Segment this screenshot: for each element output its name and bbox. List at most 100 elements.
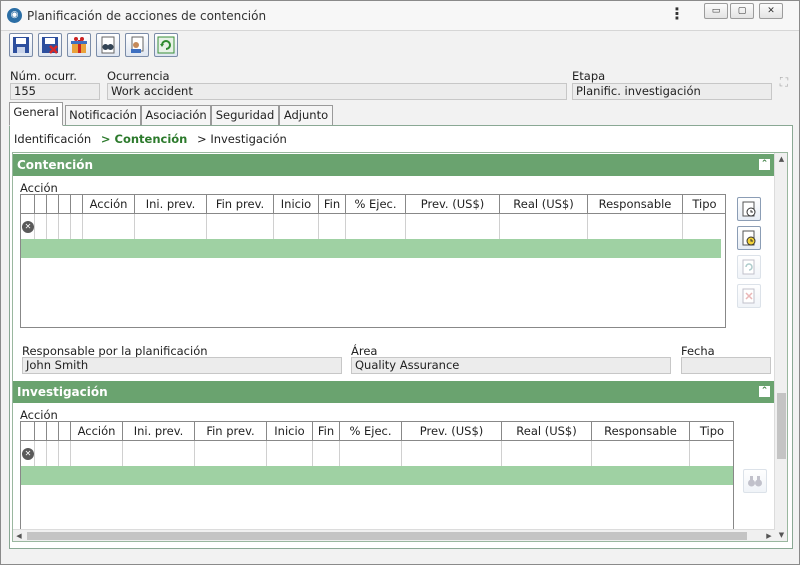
step-identificacion[interactable]: Identificación (14, 132, 91, 146)
grid-col-blank (21, 422, 35, 441)
grid-col-fin-prev[interactable]: Fin prev. (195, 422, 267, 441)
grid-col-inicio[interactable]: Inicio (274, 195, 319, 214)
stage-search-icon[interactable]: ⛶ (776, 74, 792, 90)
app-window: ◉ Planificación de acciones de contenció… (0, 0, 800, 565)
binoculars-doc-icon (101, 36, 115, 54)
grid-col-tipo[interactable]: Tipo (683, 195, 725, 214)
table-row-selected[interactable] (21, 466, 733, 485)
save-close-icon (42, 37, 58, 54)
edit-action-button[interactable] (737, 226, 761, 250)
gift-icon (71, 37, 87, 53)
responsible-label: Responsable por la planificación (22, 344, 208, 358)
grid-col-prev-usd[interactable]: Prev. (US$) (406, 195, 500, 214)
occurrence-label: Ocurrencia (107, 69, 170, 83)
more-options-icon[interactable]: ⋮ (669, 5, 685, 25)
user-doc-icon (131, 36, 144, 53)
investigation-section-title: Investigación (17, 385, 108, 399)
row-delete-icon[interactable]: ✕ (22, 448, 34, 460)
tab-notificacion[interactable]: Notificación (65, 105, 141, 126)
vertical-scroll-thumb[interactable] (777, 393, 786, 459)
responsible-field: John Smith (22, 357, 342, 374)
add-task-icon (742, 201, 756, 217)
grid-col-real-usd[interactable]: Real (US$) (500, 195, 588, 214)
table-row-selected[interactable] (21, 239, 721, 258)
horizontal-scrollbar[interactable]: ◀ ▶ (13, 529, 775, 541)
scroll-down-icon[interactable]: ▼ (775, 529, 787, 541)
grid-col-ini-prev[interactable]: Ini. prev. (123, 422, 195, 441)
containment-section-header: Contención ⌃ (13, 154, 775, 176)
scroll-left-icon[interactable]: ◀ (13, 530, 25, 541)
save-icon (13, 37, 29, 53)
investigation-section-header: Investigación ⌃ (13, 381, 775, 403)
refresh-action-button[interactable] (737, 255, 761, 279)
refresh-button[interactable] (154, 33, 178, 57)
grid-col-ejec[interactable]: % Ejec. (340, 422, 402, 441)
grid-col-responsable[interactable]: Responsable (592, 422, 690, 441)
grid-col-tipo[interactable]: Tipo (690, 422, 733, 441)
containment-action-label: Acción (20, 181, 58, 195)
grid-col-accion[interactable]: Acción (83, 195, 135, 214)
occurrence-number-label: Núm. ocurr. (10, 69, 77, 83)
gift-button[interactable] (67, 33, 91, 57)
save-and-close-button[interactable] (38, 33, 62, 57)
horizontal-scroll-thumb[interactable] (27, 532, 747, 540)
containment-section-title: Contención (17, 158, 94, 172)
refresh-task-icon (742, 259, 755, 275)
sections-scroll-area: Contención ⌃ Acción Acción Ini. prev. Fi… (12, 152, 788, 542)
vertical-scrollbar[interactable]: ▲ ▼ (774, 153, 787, 541)
tab-seguridad[interactable]: Seguridad (211, 105, 279, 126)
investigation-actions-grid: Acción Ini. prev. Fin prev. Inicio Fin %… (20, 421, 734, 541)
grid-col-responsable[interactable]: Responsable (588, 195, 683, 214)
grid-col-blank (47, 195, 59, 214)
delete-action-button[interactable] (737, 284, 761, 308)
grid-col-blank (35, 422, 47, 441)
grid-col-blank (47, 422, 59, 441)
close-button[interactable]: ✕ (759, 3, 783, 19)
containment-collapse-icon[interactable]: ⌃ (758, 158, 771, 171)
grid-col-real-usd[interactable]: Real (US$) (502, 422, 592, 441)
tab-asociacion[interactable]: Asociación (141, 105, 211, 126)
tab-adjunto[interactable]: Adjunto (279, 105, 333, 126)
occurrence-field: Work accident (107, 83, 567, 100)
row-delete-icon[interactable]: ✕ (22, 221, 34, 233)
app-logo-icon: ◉ (7, 8, 22, 23)
grid-col-ejec[interactable]: % Ejec. (346, 195, 406, 214)
stage-label: Etapa (572, 69, 606, 83)
title-bar: ◉ Planificación de acciones de contenció… (1, 1, 799, 31)
scroll-up-icon[interactable]: ▲ (775, 153, 787, 165)
area-field: Quality Assurance (351, 357, 671, 374)
tab-general[interactable]: General (9, 102, 63, 126)
grid-col-prev-usd[interactable]: Prev. (US$) (402, 422, 502, 441)
save-button[interactable] (9, 33, 33, 57)
step-investigacion[interactable]: > Investigación (197, 132, 287, 146)
investigation-action-label: Acción (20, 408, 58, 422)
grid-col-ini-prev[interactable]: Ini. prev. (135, 195, 207, 214)
grid-col-fin[interactable]: Fin (319, 195, 346, 214)
delete-task-icon (742, 288, 755, 304)
general-tab-panel: Identificación > Contención > Investigac… (9, 125, 793, 549)
step-contencion[interactable]: > Contención (101, 132, 188, 146)
grid-col-inicio[interactable]: Inicio (267, 422, 313, 441)
date-field (681, 357, 771, 374)
investigation-collapse-icon[interactable]: ⌃ (758, 385, 771, 398)
add-action-button[interactable] (737, 197, 761, 221)
grid-col-fin-prev[interactable]: Fin prev. (207, 195, 274, 214)
minimize-button[interactable]: ▭ (704, 3, 728, 19)
occurrence-number-field: 155 (10, 83, 100, 100)
grid-col-blank (59, 195, 71, 214)
grid-col-blank (35, 195, 47, 214)
binoculars-icon (748, 476, 762, 487)
maximize-button[interactable]: ▢ (730, 3, 754, 19)
investigation-search-button[interactable] (743, 469, 767, 493)
edit-task-icon (742, 230, 756, 246)
stage-field: Planific. investigación (572, 83, 772, 100)
grid-col-accion[interactable]: Acción (71, 422, 123, 441)
area-label: Área (351, 344, 378, 358)
date-label: Fecha (681, 344, 715, 358)
grid-col-blank (21, 195, 35, 214)
grid-col-fin[interactable]: Fin (313, 422, 340, 441)
search-document-button[interactable] (96, 33, 120, 57)
user-document-button[interactable] (125, 33, 149, 57)
containment-actions-grid: Acción Ini. prev. Fin prev. Inicio Fin %… (20, 194, 726, 328)
scroll-right-icon[interactable]: ▶ (763, 530, 775, 541)
